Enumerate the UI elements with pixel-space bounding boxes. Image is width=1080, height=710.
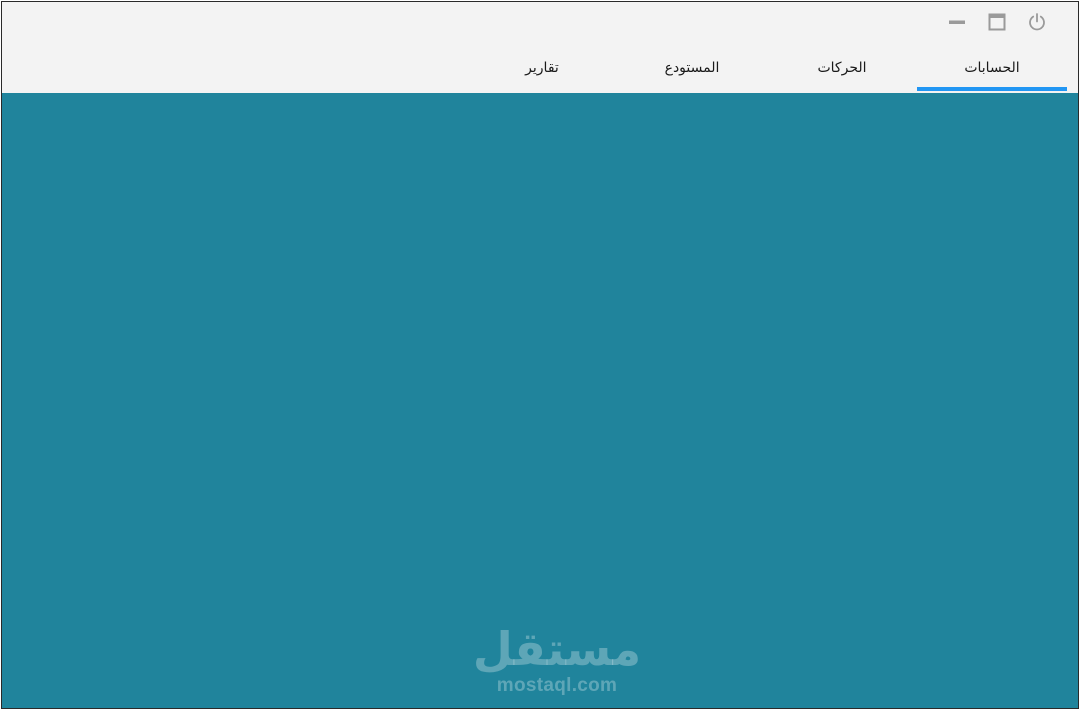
tab-label: تقارير	[525, 59, 559, 76]
tab-label: المستودع	[664, 59, 720, 76]
watermark-latin: mostaql.com	[496, 675, 618, 696]
tab-bar: الحسابات الحركات المستودع تقارير	[2, 46, 1078, 93]
maximize-icon	[988, 13, 1006, 35]
tab-transactions[interactable]: الحركات	[767, 46, 917, 93]
power-button[interactable]	[1025, 12, 1049, 36]
power-icon	[1027, 12, 1047, 36]
app-window: الحسابات الحركات المستودع تقارير مستقل m…	[1, 1, 1079, 709]
maximize-button[interactable]	[985, 12, 1009, 36]
tab-warehouse[interactable]: المستودع	[617, 46, 767, 93]
tab-label: الحسابات	[964, 59, 1020, 76]
tab-accounts[interactable]: الحسابات	[917, 46, 1067, 93]
title-bar	[2, 2, 1078, 46]
watermark-arabic: مستقل	[472, 622, 642, 676]
mostaql-watermark: مستقل mostaql.com	[447, 623, 667, 697]
content-area: مستقل mostaql.com	[2, 93, 1078, 708]
tab-selected-indicator	[917, 87, 1067, 91]
tab-reports[interactable]: تقارير	[467, 46, 617, 93]
minimize-icon	[948, 13, 966, 35]
tab-label: الحركات	[817, 59, 867, 76]
minimize-button[interactable]	[945, 12, 969, 36]
